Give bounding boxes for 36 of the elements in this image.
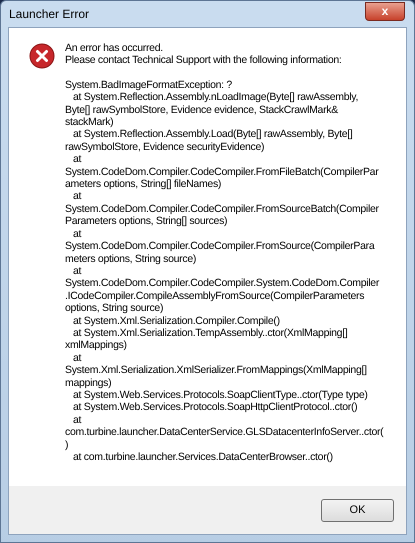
stack-trace-line: at System.Reflection.Assembly.nLoadImage(Byte[] rawAssembly, [72,91,358,104]
stack-trace-line: ) [65,438,68,451]
ok-button[interactable]: OK [321,498,394,522]
stack-trace-line: at [72,264,82,278]
stack-trace-line: at System.Xml.Serialization.Compiler.Compile() [72,314,280,327]
stack-trace-line: .ICodeCompiler.CompileAssemblyFromSource(CompilerParameters [65,290,364,302]
message-text: An error has occurred. [65,42,164,54]
stack-trace-line: at System.Web.Services.Protocols.SoapHttpClientProtocol..ctor() [72,401,358,414]
stack-trace-line: stackMark) [65,116,114,128]
stack-trace-line: at com.turbine.launcher.Services.DataCenterBrowser..ctor() [72,451,333,464]
stack-trace-line: mappings) [65,376,112,389]
stack-trace-line: System.CodeDom.Compiler.CodeCompiler.System.CodeDom.Compiler [65,277,380,290]
message-text: Please contact Technical Support with the following information: [65,54,343,67]
window-title: Launcher Error [8,6,90,23]
stack-trace-line: at System.Reflection.Assembly.Load(Byte[] rawAssembly, Byte[] [72,128,353,141]
stack-trace-line: at [72,352,82,364]
stack-trace-line: meters options, String source) [65,252,196,265]
stack-trace-line: at [72,153,82,166]
stack-trace-line: System.BadImageFormatException: ? [65,78,232,92]
stack-trace-line: ameters options, String[] fileNames) [65,178,222,190]
stack-trace-line: at System.Xml.Serialization.TempAssembly..ctor(XmlMapping[] [72,326,348,340]
stack-trace-line: at System.Web.Services.Protocols.SoapClientType..ctor(Type type) [72,388,368,402]
stack-trace-line: at [72,190,82,203]
stack-trace-line: rawSymbolStore, Evidence securityEvidence) [65,140,264,154]
error-icon [29,43,55,69]
stack-trace-line: at [72,414,82,426]
stack-trace-line: System.CodeDom.Compiler.CodeCompiler.FromFileBatch(CompilerPar [65,166,378,178]
stack-trace-line: Byte[] rawSymbolStore, Evidence evidence, StackCrawlMark& [65,104,338,116]
stack-trace-line: System.CodeDom.Compiler.CodeCompiler.FromSource(CompilerPara [65,240,374,252]
stack-trace-line: com.turbine.launcher.DataCenterService.GLSDatacenterInfoServer..ctor( [65,426,384,439]
stack-trace-line: Parameters options, String[] sources) [65,215,228,228]
stack-trace-line: at [72,228,82,240]
stack-trace-line: xmlMappings) [65,339,127,352]
stack-trace-line: System.CodeDom.Compiler.CodeCompiler.FromSourceBatch(Compiler [65,202,379,216]
stack-trace-line: System.Xml.Serialization.XmlSerializer.FromMappings(XmlMapping[] [65,364,367,377]
stack-trace-line: options, String source) [65,302,164,315]
